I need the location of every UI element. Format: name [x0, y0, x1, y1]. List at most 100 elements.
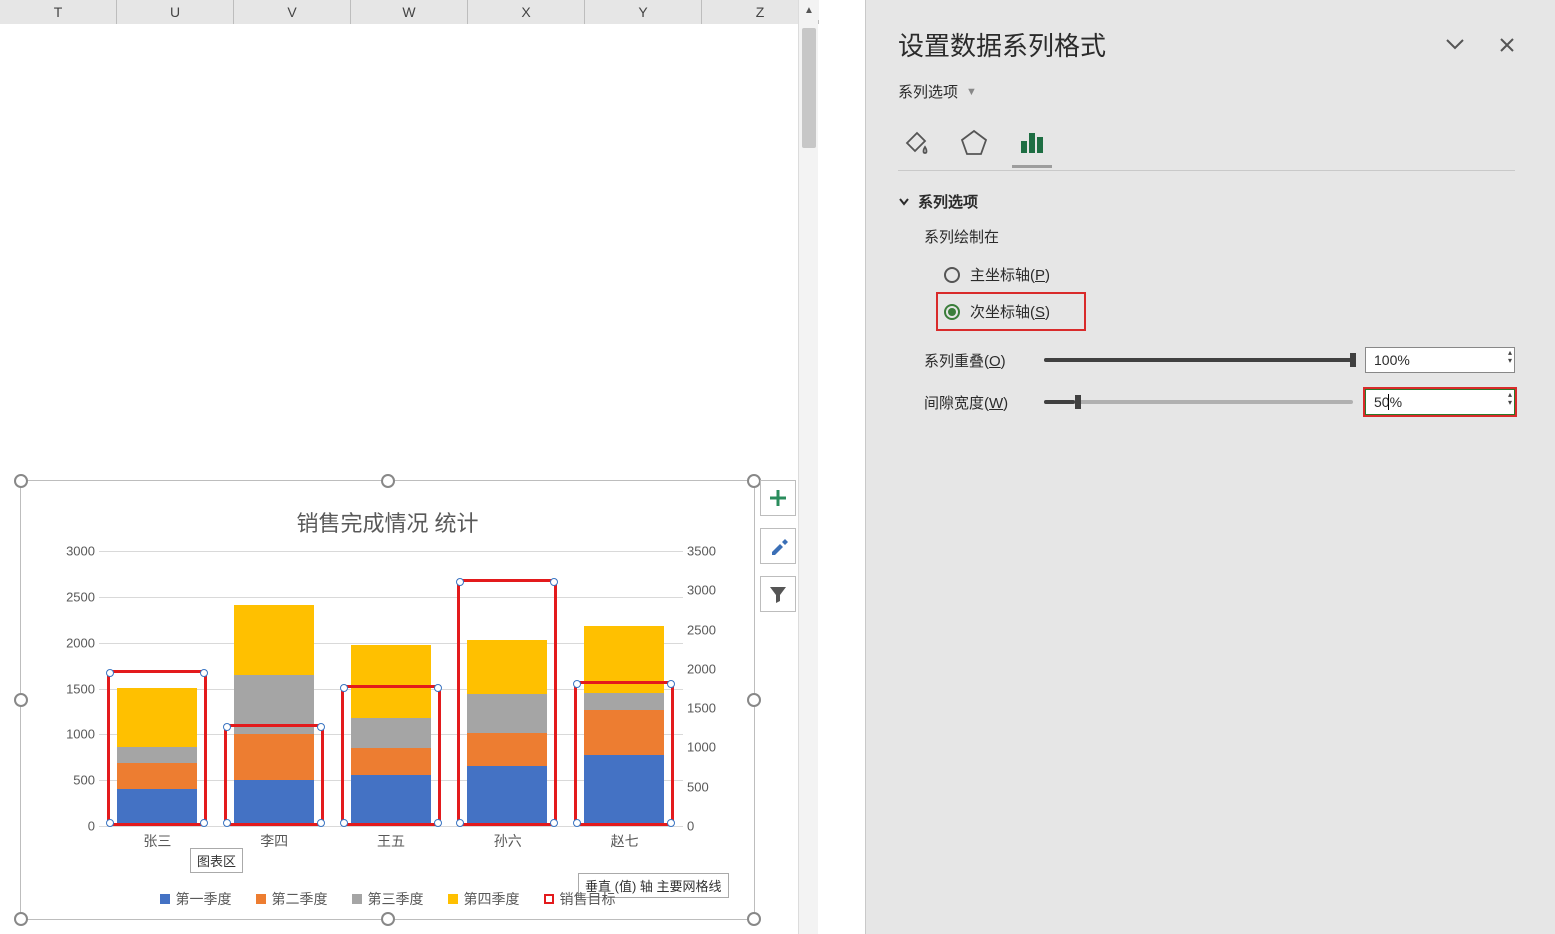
bar-chart-icon	[1017, 127, 1047, 157]
resize-handle[interactable]	[14, 912, 28, 926]
column-header[interactable]: V	[234, 0, 351, 24]
column-header[interactable]: X	[468, 0, 585, 24]
tab-fill-line[interactable]	[898, 124, 934, 160]
series-options-dropdown[interactable]: 系列选项 ▼	[898, 81, 1515, 102]
dropdown-label: 系列选项	[898, 81, 958, 102]
pane-collapse-button[interactable]	[1445, 37, 1465, 53]
series-selection-handle[interactable]	[434, 819, 442, 827]
legend-item[interactable]: 第四季度	[448, 889, 520, 909]
series-selection-handle[interactable]	[550, 819, 558, 827]
legend-label: 第三季度	[368, 889, 424, 909]
series-selection-handle[interactable]	[200, 669, 208, 677]
pane-close-button[interactable]	[1499, 37, 1515, 53]
chart-add-element-button[interactable]	[760, 480, 796, 516]
vertical-scrollbar[interactable]: ▲	[798, 0, 818, 934]
series-selection-handle[interactable]	[456, 819, 464, 827]
section-toggle-series-options[interactable]: 系列选项	[898, 191, 1515, 212]
series-selection-handle[interactable]	[317, 723, 325, 731]
legend-item[interactable]: 第三季度	[352, 889, 424, 909]
series-selection-handle[interactable]	[667, 680, 675, 688]
x-axis-labels[interactable]: 张三李四王五孙六赵七	[99, 831, 683, 855]
column-header[interactable]: U	[117, 0, 234, 24]
column-header[interactable]: Y	[585, 0, 702, 24]
column-header[interactable]: T	[0, 0, 117, 24]
target-bar[interactable]	[457, 579, 557, 827]
y-tick-label: 500	[687, 779, 709, 794]
chart-object[interactable]: 销售完成情况 统计 050010001500200025003000 05001…	[20, 480, 755, 920]
resize-handle[interactable]	[747, 693, 761, 707]
category-group[interactable]	[566, 551, 683, 826]
series-selection-handle[interactable]	[106, 819, 114, 827]
bar-segment[interactable]	[234, 605, 314, 675]
resize-handle[interactable]	[381, 912, 395, 926]
series-selection-handle[interactable]	[573, 680, 581, 688]
tab-series-options[interactable]	[1014, 124, 1050, 160]
series-selection-handle[interactable]	[550, 578, 558, 586]
column-header-row: T U V W X Y Z	[0, 0, 818, 24]
target-bar[interactable]	[341, 685, 441, 826]
series-selection-handle[interactable]	[456, 578, 464, 586]
series-selection-handle[interactable]	[317, 819, 325, 827]
resize-handle[interactable]	[14, 693, 28, 707]
legend-item[interactable]: 第二季度	[256, 889, 328, 909]
plot-area[interactable]: 050010001500200025003000 050010001500200…	[51, 551, 731, 836]
chart-grid[interactable]	[99, 551, 683, 826]
series-selection-handle[interactable]	[667, 819, 675, 827]
series-selection-handle[interactable]	[223, 723, 231, 731]
column-header[interactable]: W	[351, 0, 468, 24]
category-group[interactable]	[99, 551, 216, 826]
target-bar[interactable]	[574, 681, 674, 826]
spinner-icon[interactable]: ▴▾	[1508, 391, 1512, 407]
y-axis-secondary[interactable]: 0500100015002000250030003500	[683, 551, 731, 826]
y-tick-label: 1000	[66, 727, 95, 742]
target-bar[interactable]	[224, 724, 324, 826]
resize-handle[interactable]	[14, 474, 28, 488]
resize-handle[interactable]	[381, 474, 395, 488]
y-tick-label: 3000	[687, 583, 716, 598]
gap-width-slider[interactable]	[1044, 400, 1353, 404]
y-axis-primary[interactable]: 050010001500200025003000	[51, 551, 99, 826]
gap-width-input[interactable]: 50% ▴▾	[1365, 389, 1515, 415]
y-tick-label: 500	[73, 773, 95, 788]
resize-handle[interactable]	[747, 474, 761, 488]
series-overlap-input[interactable]: 100% ▴▾	[1365, 347, 1515, 373]
legend-item[interactable]: 第一季度	[160, 889, 232, 909]
series-overlap-slider[interactable]	[1044, 358, 1353, 362]
scrollbar-thumb[interactable]	[802, 28, 816, 148]
y-tick-label: 2500	[687, 622, 716, 637]
text-caret	[1388, 394, 1389, 410]
series-selection-handle[interactable]	[573, 819, 581, 827]
gridline	[99, 826, 683, 827]
chart-filter-button[interactable]	[760, 576, 796, 612]
chart-title[interactable]: 销售完成情况 统计	[21, 506, 754, 538]
radio-secondary-axis[interactable]: 次坐标轴(S)	[936, 292, 1086, 331]
category-group[interactable]	[449, 551, 566, 826]
spinner-icon[interactable]: ▴▾	[1508, 349, 1512, 365]
category-group[interactable]	[216, 551, 333, 826]
x-tick-label: 赵七	[566, 831, 683, 855]
format-tabs	[898, 124, 1515, 162]
target-bar[interactable]	[107, 670, 207, 826]
chart-legend[interactable]: 第一季度 图表区 第二季度 第三季度 第四季度 销售目标	[21, 889, 754, 909]
tab-effects[interactable]	[956, 124, 992, 160]
category-group[interactable]	[333, 551, 450, 826]
radio-primary-axis[interactable]: 主坐标轴(P)	[940, 257, 1515, 292]
chart-area-tooltip: 图表区	[190, 848, 243, 873]
chevron-down-icon: ▼	[966, 86, 977, 98]
brush-icon	[768, 536, 788, 556]
series-selection-handle[interactable]	[434, 684, 442, 692]
legend-label: 第一季度	[176, 889, 232, 909]
series-selection-handle[interactable]	[200, 819, 208, 827]
series-selection-handle[interactable]	[340, 684, 348, 692]
series-selection-handle[interactable]	[106, 669, 114, 677]
legend-item[interactable]: 销售目标	[544, 889, 616, 909]
radio-icon	[944, 304, 960, 320]
y-tick-label: 3000	[66, 544, 95, 559]
scroll-up-arrow[interactable]: ▲	[799, 0, 819, 20]
chart-styles-button[interactable]	[760, 528, 796, 564]
radio-icon	[944, 267, 960, 283]
series-selection-handle[interactable]	[340, 819, 348, 827]
chevron-down-icon	[1445, 37, 1465, 51]
resize-handle[interactable]	[747, 912, 761, 926]
series-selection-handle[interactable]	[223, 819, 231, 827]
